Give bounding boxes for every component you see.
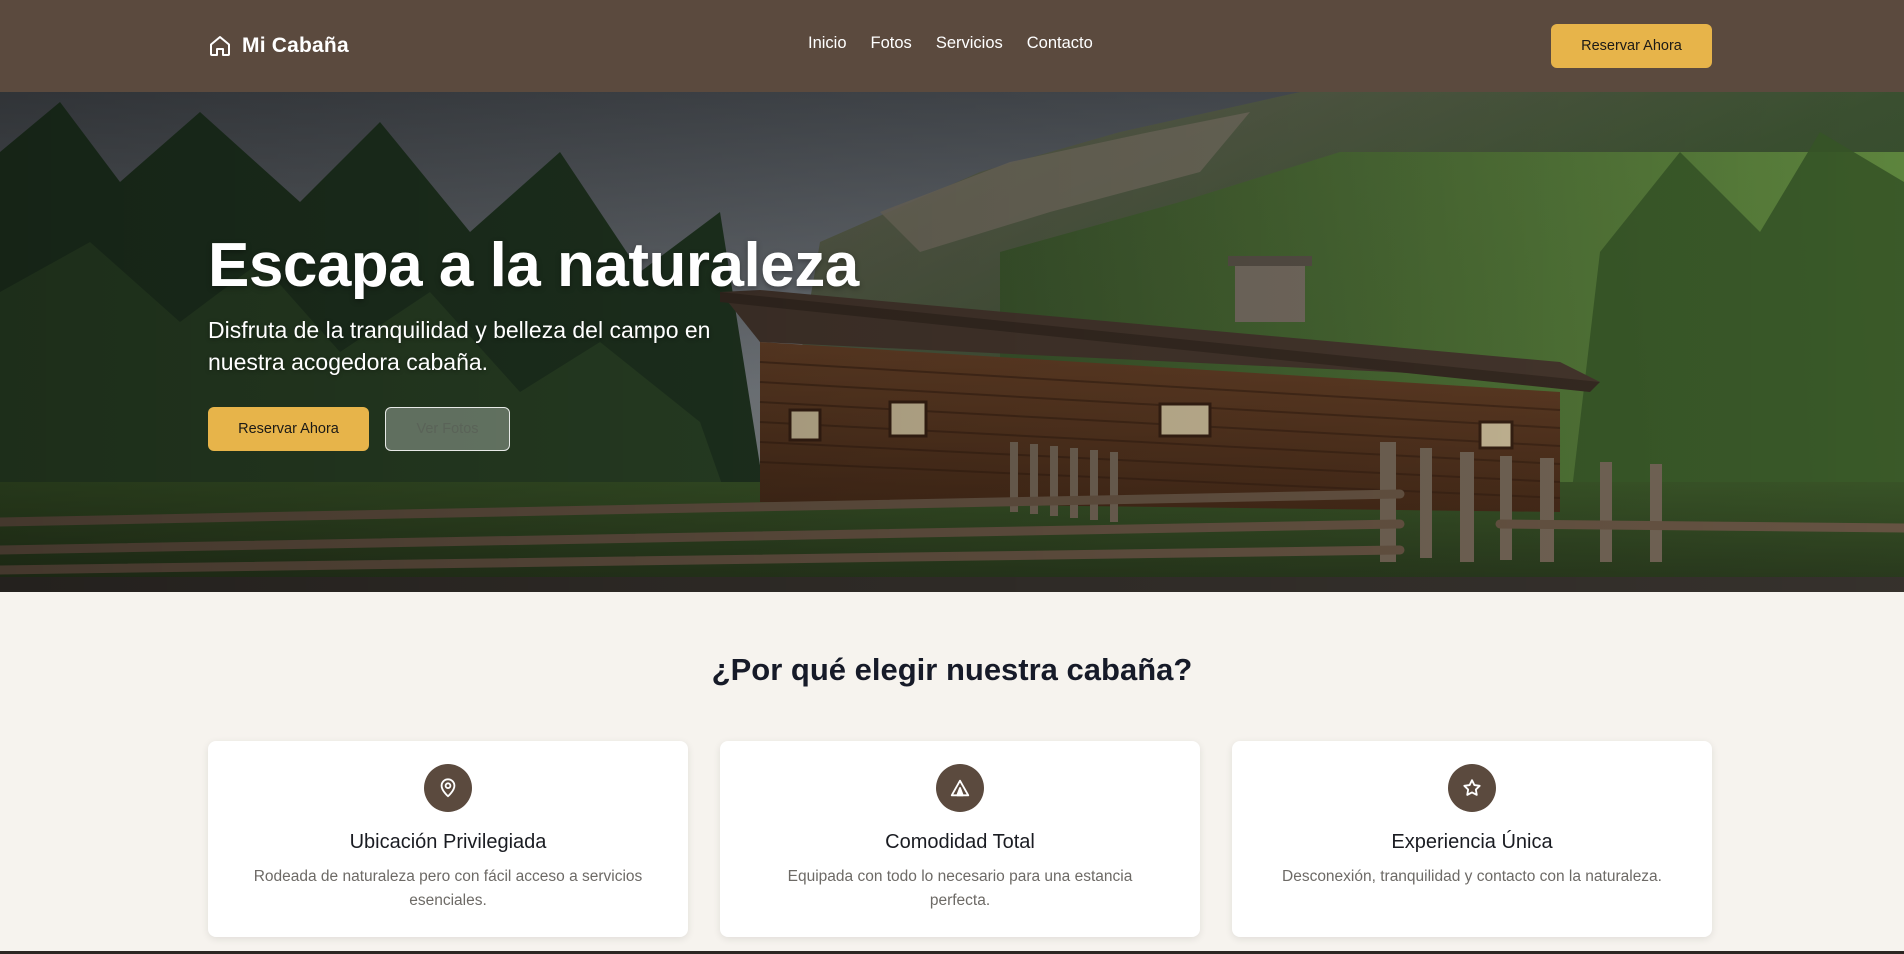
star-icon: [1448, 764, 1496, 812]
feature-card-comfort: Comodidad Total Equipada con todo lo nec…: [720, 741, 1200, 937]
tent-icon: [936, 764, 984, 812]
feature-card-description: Desconexión, tranquilidad y contacto con…: [1282, 868, 1662, 885]
brand-name: Mi Cabaña: [242, 34, 349, 57]
feature-card-description: Rodeada de naturaleza pero con fácil acc…: [253, 868, 643, 909]
brand-logo[interactable]: Mi Cabaña: [208, 30, 349, 62]
reserve-now-button[interactable]: Reservar Ahora: [1551, 24, 1712, 68]
feature-card-title: Comodidad Total: [885, 831, 1035, 853]
hero-section: Escapa a la naturaleza Disfruta de la tr…: [0, 92, 1904, 592]
home-icon: [210, 36, 230, 56]
main-nav: Inicio Fotos Servicios Contacto: [808, 34, 1093, 53]
feature-card-description: Equipada con todo lo necesario para una …: [787, 868, 1133, 909]
hero-title: Escapa a la naturaleza: [208, 231, 859, 300]
navbar: Mi Cabaña Inicio Fotos Servicios Contact…: [0, 0, 1904, 92]
feature-card-title: Ubicación Privilegiada: [349, 831, 547, 853]
feature-card-title: Experiencia Única: [1391, 831, 1553, 853]
feature-card-experience: Experiencia Única Desconexión, tranquili…: [1232, 741, 1712, 937]
view-photos-button[interactable]: Ver Fotos: [385, 407, 510, 451]
map-pin-icon: [424, 764, 472, 812]
nav-link-servicios[interactable]: Servicios: [936, 34, 1003, 53]
feature-card-location: Ubicación Privilegiada Rodeada de natura…: [208, 741, 688, 937]
nav-link-inicio[interactable]: Inicio: [808, 34, 847, 53]
hero-subtitle: Disfruta de la tranquilidad y belleza de…: [208, 317, 711, 375]
nav-link-contacto[interactable]: Contacto: [1027, 34, 1093, 53]
features-title: ¿Por qué elegir nuestra cabaña?: [711, 652, 1193, 687]
hero-reserve-button[interactable]: Reservar Ahora: [208, 407, 369, 451]
nav-link-fotos[interactable]: Fotos: [871, 34, 912, 53]
